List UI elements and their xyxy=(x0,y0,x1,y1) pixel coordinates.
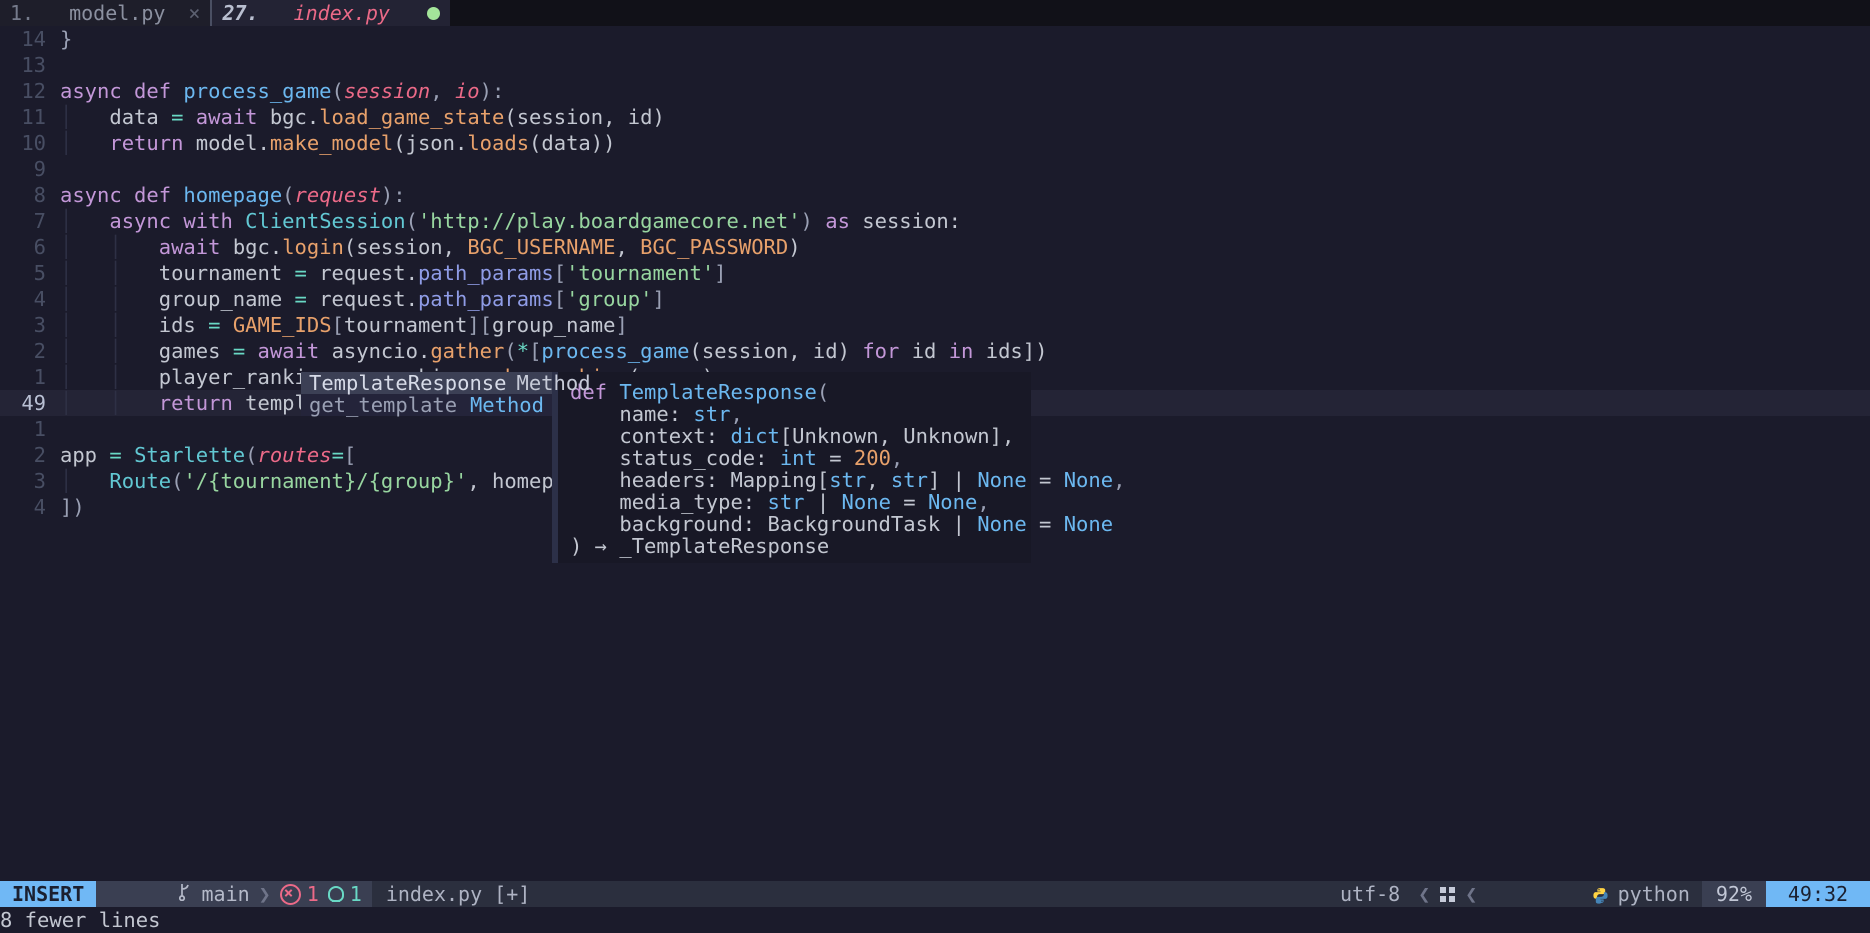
line-number: 6 xyxy=(0,234,60,260)
error-circle-icon xyxy=(280,884,301,905)
status-spacer xyxy=(544,881,1328,907)
modified-indicator-icon xyxy=(427,7,440,20)
completion-item-kind: Method xyxy=(460,392,544,418)
code-line[interactable]: 7│ async with ClientSession('http://play… xyxy=(0,208,1870,234)
command-line-message: 8 fewer lines xyxy=(0,907,160,933)
code-text: │ │ ids = GAME_IDS[tournament][group_nam… xyxy=(60,312,628,338)
code-line[interactable]: 3│ │ ids = GAME_IDS[tournament][group_na… xyxy=(0,312,1870,338)
close-icon[interactable]: × xyxy=(174,0,200,26)
line-number: 10 xyxy=(0,130,60,156)
code-text: │ return model.make_model(json.loads(dat… xyxy=(60,130,615,156)
language-name: python xyxy=(1618,881,1690,907)
status-git-section[interactable]: main ❯ 1 1 xyxy=(96,881,372,907)
code-line[interactable]: 4│ │ group_name = request.path_params['g… xyxy=(0,286,1870,312)
tab-index-py[interactable]: 27. index.py xyxy=(212,0,449,26)
signature-line: name: str, xyxy=(558,401,1031,423)
line-number: 9 xyxy=(0,156,60,182)
line-number: 4 xyxy=(0,494,60,520)
line-number: 3 xyxy=(0,468,60,494)
tab-filename: model.py xyxy=(69,0,165,26)
status-language: python xyxy=(1483,881,1702,907)
status-separator: ❯ xyxy=(259,881,271,907)
signature-line: background: BackgroundTask | None = None xyxy=(558,511,1031,533)
hint-count: 1 xyxy=(350,881,362,907)
code-line[interactable]: 13 xyxy=(0,52,1870,78)
code-text: │ Route('/{tournament}/{group}', homepag… xyxy=(60,468,603,494)
line-number: 5 xyxy=(0,260,60,286)
status-cursor-position: 49:32 xyxy=(1766,881,1870,907)
code-text: │ │ games = await asyncio.gather(*[proce… xyxy=(60,338,1047,364)
status-error-group[interactable]: 1 xyxy=(280,881,319,907)
tabline-filler xyxy=(450,0,1870,26)
signature-line: media_type: str | None = None, xyxy=(558,489,1031,511)
code-text: │ │ group_name = request.path_params['gr… xyxy=(60,286,665,312)
hint-bulb-icon xyxy=(328,886,344,902)
code-line[interactable]: 11│ data = await bgc.load_game_state(ses… xyxy=(0,104,1870,130)
status-hint-group[interactable]: 1 xyxy=(328,881,362,907)
tab-number: 27. xyxy=(222,0,258,26)
status-right-section: utf-8 ❮ ❮ python 92% 49:32 xyxy=(1328,881,1870,907)
code-line[interactable]: 2│ │ games = await asyncio.gather(*[proc… xyxy=(0,338,1870,364)
status-chevron-left-icon: ❮ xyxy=(1412,881,1436,907)
signature-line: headers: Mapping[str, str] | None = None… xyxy=(558,467,1031,489)
status-encoding: utf-8 xyxy=(1328,881,1412,907)
code-line[interactable]: 10│ return model.make_model(json.loads(d… xyxy=(0,130,1870,156)
code-line[interactable]: 5│ │ tournament = request.path_params['t… xyxy=(0,260,1870,286)
line-number: 49 xyxy=(0,390,60,416)
tab-number: 1. xyxy=(10,0,34,26)
line-number: 1 xyxy=(0,416,60,442)
python-icon xyxy=(268,6,285,23)
editor-area[interactable]: 14}1312async def process_game(session, i… xyxy=(0,26,1870,875)
line-number: 4 xyxy=(0,286,60,312)
tabline: 1. model.py × 27. index.py xyxy=(0,0,1870,26)
line-number: 13 xyxy=(0,52,60,78)
signature-help-panel: def TemplateResponse( name: str, context… xyxy=(552,372,1031,563)
status-filename: index.py [+] xyxy=(372,881,545,907)
code-line[interactable]: 14} xyxy=(0,26,1870,52)
code-line[interactable]: 12async def process_game(session, io): xyxy=(0,78,1870,104)
completion-item[interactable]: get_templateMethod xyxy=(301,394,552,416)
code-text: │ │ await bgc.login(session, BGC_USERNAM… xyxy=(60,234,801,260)
code-text: │ │ tournament = request.path_params['to… xyxy=(60,260,727,286)
code-line[interactable]: 9 xyxy=(0,156,1870,182)
python-icon xyxy=(43,6,60,23)
code-line[interactable]: 6│ │ await bgc.login(session, BGC_USERNA… xyxy=(0,234,1870,260)
code-text: } xyxy=(60,26,72,52)
signature-line: def TemplateResponse( xyxy=(558,379,1031,401)
completion-popup[interactable]: TemplateResponseMethodget_templateMethod xyxy=(301,372,552,416)
status-mode: INSERT xyxy=(0,881,96,907)
command-line[interactable]: 8 fewer lines xyxy=(0,907,1870,933)
line-number: 11 xyxy=(0,104,60,130)
completion-item[interactable]: TemplateResponseMethod xyxy=(301,372,552,394)
status-bar: INSERT main ❯ 1 1 index.py [+] utf-8 ❮ ❮… xyxy=(0,881,1870,907)
code-text: async def homepage(request): xyxy=(60,182,406,208)
tab-model-py[interactable]: 1. model.py × xyxy=(0,0,210,26)
code-text: │ data = await bgc.load_game_state(sessi… xyxy=(60,104,665,130)
code-text: app = Starlette(routes=[ xyxy=(60,442,356,468)
line-number: 7 xyxy=(0,208,60,234)
line-number: 3 xyxy=(0,312,60,338)
signature-line: context: dict[Unknown, Unknown], xyxy=(558,423,1031,445)
status-chevron-left-icon-2: ❮ xyxy=(1459,881,1483,907)
line-number: 2 xyxy=(0,442,60,468)
line-number: 1 xyxy=(0,364,60,390)
windows-icon xyxy=(1436,881,1459,907)
line-number: 12 xyxy=(0,78,60,104)
git-branch-name: main xyxy=(202,881,250,907)
error-count: 1 xyxy=(307,881,319,907)
code-text: │ async with ClientSession('http://play.… xyxy=(60,208,961,234)
code-text: async def process_game(session, io): xyxy=(60,78,504,104)
line-number: 8 xyxy=(0,182,60,208)
line-number: 2 xyxy=(0,338,60,364)
code-line[interactable]: 8async def homepage(request): xyxy=(0,182,1870,208)
signature-line: status_code: int = 200, xyxy=(558,445,1031,467)
tab-filename: index.py xyxy=(294,0,390,26)
completion-item-label: get_template xyxy=(309,392,457,418)
signature-line: ) → _TemplateResponse xyxy=(558,533,1031,555)
line-number: 14 xyxy=(0,26,60,52)
status-scroll-percent: 92% xyxy=(1702,881,1766,907)
code-text: ]) xyxy=(60,494,85,520)
